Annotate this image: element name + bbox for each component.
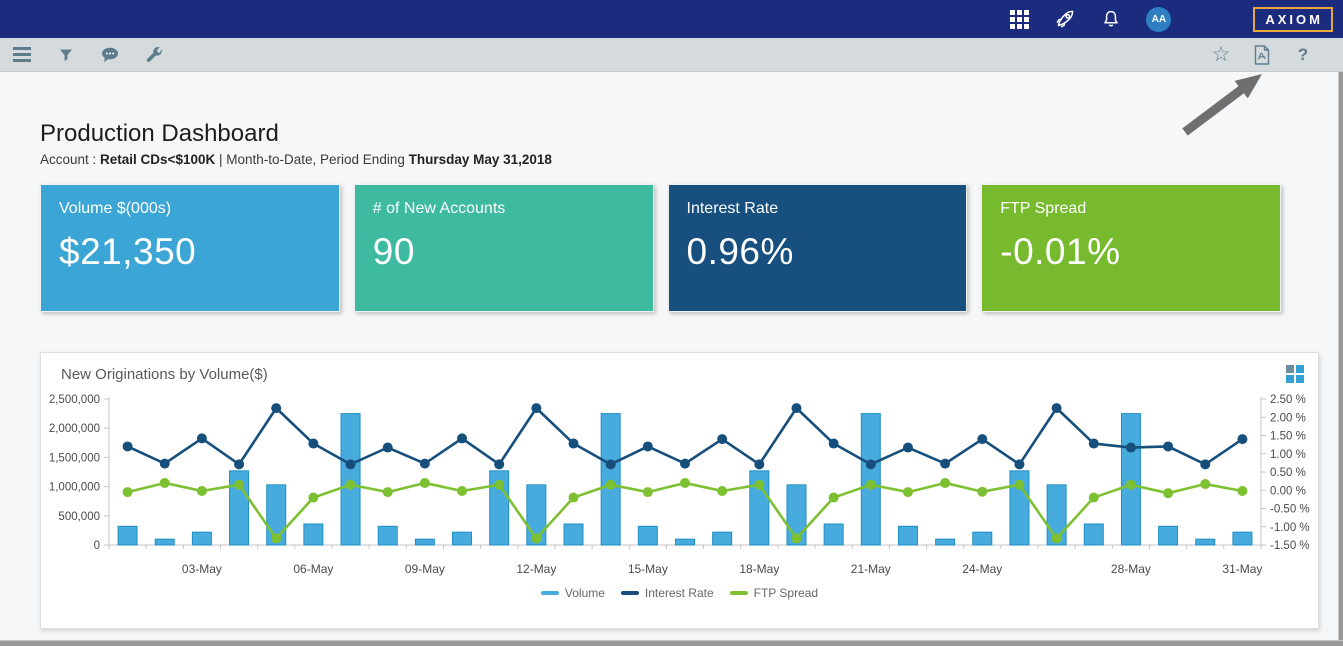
subtitle-account-name: Retail CDs<$100K — [100, 152, 215, 167]
kpi-card-new-accounts[interactable]: # of New Accounts 90 — [354, 184, 654, 312]
page-subtitle: Account : Retail CDs<$100K | Month-to-Da… — [40, 152, 552, 167]
svg-text:500,000: 500,000 — [58, 511, 100, 523]
svg-text:0.00 %: 0.00 % — [1270, 485, 1306, 497]
chart-title: New Originations by Volume($) — [61, 366, 268, 383]
subtitle-period-ending: Thursday May 31,2018 — [409, 152, 552, 167]
tools-wrench-icon[interactable] — [144, 45, 164, 65]
legend-label: Volume — [565, 586, 605, 600]
window-bottom-edge — [0, 640, 1343, 646]
svg-text:-0.50 %: -0.50 % — [1270, 504, 1310, 516]
legend-item-ftp-spread[interactable]: FTP Spread — [730, 586, 818, 600]
originations-chart-card: New Originations by Volume($) 0 500,000 1,… — [40, 352, 1319, 629]
legend-label: FTP Spread — [754, 586, 818, 600]
annotation-arrow — [1160, 60, 1280, 150]
svg-text:2.50 %: 2.50 % — [1270, 394, 1306, 406]
svg-text:1.50 %: 1.50 % — [1270, 431, 1306, 443]
kpi-label: # of New Accounts — [373, 200, 635, 218]
app-launcher-grid-icon[interactable] — [1008, 8, 1030, 30]
chart-table-toggle-icon[interactable] — [1286, 365, 1304, 383]
top-navigation-bar: AA AXIOM — [0, 0, 1343, 38]
origination-chart: 0 500,000 1,000,000 1,500,000 2,000,000 2,500… — [41, 385, 1318, 585]
svg-text:1,500,000: 1,500,000 — [49, 452, 100, 464]
kpi-card-ftp-spread[interactable]: FTP Spread -0.01% — [981, 184, 1281, 312]
secondary-toolbar: ☆ ? — [0, 38, 1343, 72]
filter-funnel-icon[interactable] — [56, 45, 76, 65]
kpi-value: 0.96% — [687, 231, 949, 273]
svg-text:24-May: 24-May — [962, 562, 1002, 576]
subtitle-account-prefix: Account : — [40, 152, 100, 167]
comments-chat-icon[interactable] — [100, 45, 120, 65]
legend-item-volume[interactable]: Volume — [541, 586, 605, 600]
svg-text:28-May: 28-May — [1111, 562, 1151, 576]
svg-text:06-May: 06-May — [293, 562, 333, 576]
page-title: Production Dashboard — [40, 120, 279, 148]
legend-item-interest-rate[interactable]: Interest Rate — [621, 586, 714, 600]
legend-swatch-interest-rate — [621, 591, 639, 595]
legend-swatch-ftp-spread — [730, 591, 748, 595]
legend-swatch-volume — [541, 591, 559, 595]
svg-text:-1.50 %: -1.50 % — [1270, 540, 1310, 552]
kpi-label: Interest Rate — [687, 200, 949, 218]
svg-text:2.00 %: 2.00 % — [1270, 412, 1306, 424]
svg-text:09-May: 09-May — [405, 562, 445, 576]
window-right-edge — [1338, 72, 1343, 640]
svg-text:18-May: 18-May — [739, 562, 779, 576]
user-avatar[interactable]: AA — [1146, 7, 1171, 32]
menu-hamburger-icon[interactable] — [12, 45, 32, 65]
kpi-label: Volume $(000s) — [59, 200, 321, 218]
help-icon[interactable]: ? — [1293, 45, 1313, 65]
svg-text:-1.00 %: -1.00 % — [1270, 522, 1310, 534]
svg-text:0.50 %: 0.50 % — [1270, 467, 1306, 479]
legend-label: Interest Rate — [645, 586, 714, 600]
axiom-logo: AXIOM — [1253, 7, 1333, 32]
svg-text:15-May: 15-May — [628, 562, 668, 576]
kpi-card-row: Volume $(000s) $21,350 # of New Accounts… — [40, 184, 1281, 312]
subtitle-period-prefix: | Month-to-Date, Period Ending — [215, 152, 408, 167]
svg-text:0: 0 — [94, 540, 100, 552]
svg-text:1,000,000: 1,000,000 — [49, 482, 100, 494]
kpi-label: FTP Spread — [1000, 200, 1262, 218]
kpi-card-volume[interactable]: Volume $(000s) $21,350 — [40, 184, 340, 312]
svg-text:21-May: 21-May — [851, 562, 891, 576]
chart-legend: Volume Interest Rate FTP Spread — [41, 586, 1318, 600]
kpi-value: 90 — [373, 231, 635, 273]
svg-text:03-May: 03-May — [182, 562, 222, 576]
svg-text:2,000,000: 2,000,000 — [49, 423, 100, 435]
rocket-icon[interactable] — [1054, 8, 1076, 30]
kpi-value: $21,350 — [59, 231, 321, 273]
kpi-value: -0.01% — [1000, 231, 1262, 273]
svg-text:1.00 %: 1.00 % — [1270, 449, 1306, 461]
svg-text:31-May: 31-May — [1222, 562, 1262, 576]
notifications-bell-icon[interactable] — [1100, 8, 1122, 30]
svg-text:12-May: 12-May — [516, 562, 556, 576]
kpi-card-interest-rate[interactable]: Interest Rate 0.96% — [668, 184, 968, 312]
svg-text:2,500,000: 2,500,000 — [49, 394, 100, 406]
